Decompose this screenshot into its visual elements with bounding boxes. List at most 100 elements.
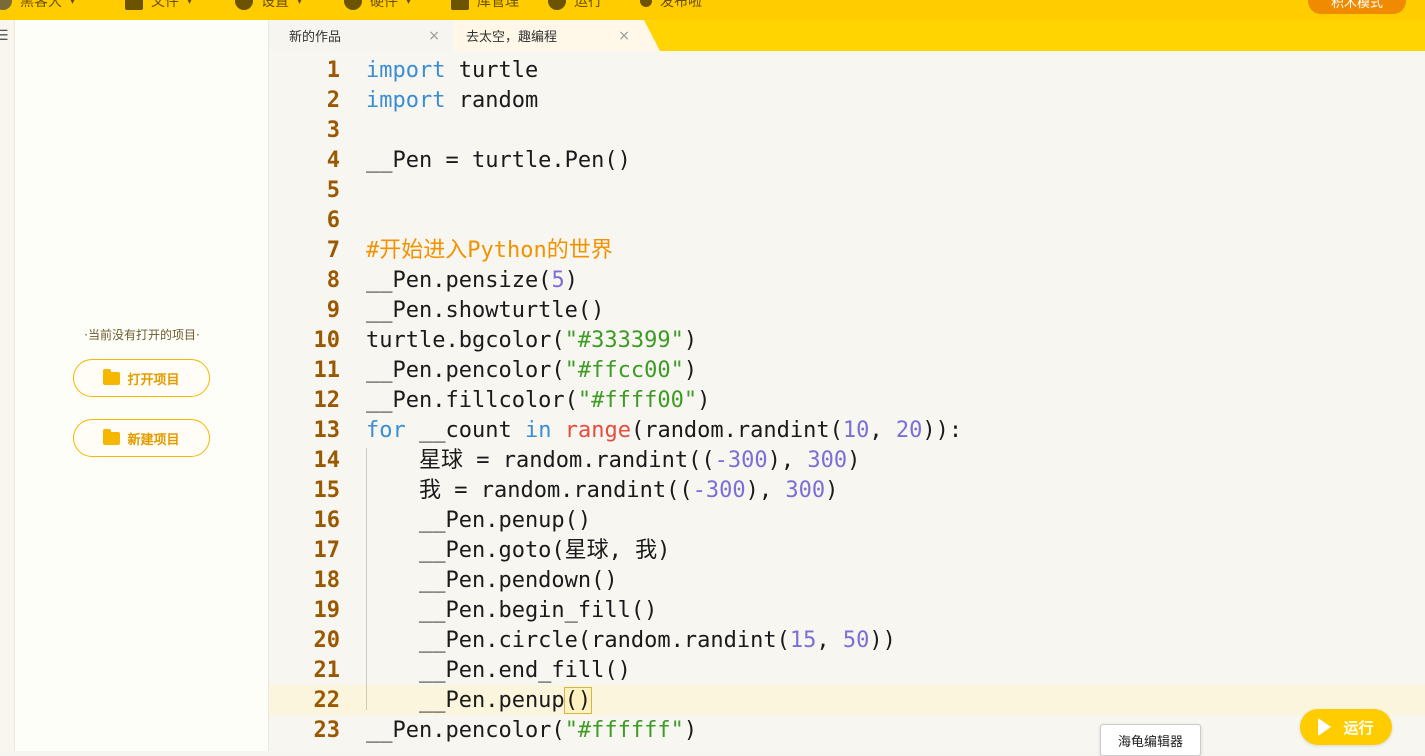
close-icon[interactable]: × (428, 28, 440, 44)
no-project-message: ·当前没有打开的项目· (84, 328, 200, 342)
code-text[interactable]: __Pen.goto(星球, 我) (366, 536, 670, 566)
toolbar-file-label: 文件 (151, 0, 179, 10)
code-token: in (524, 418, 552, 443)
code-line[interactable]: 13 for __count in range(random.randint(10… (270, 416, 1425, 446)
line-number: 11 (313, 358, 341, 383)
code-text[interactable]: __Pen.fillcolor("#ffff00") (366, 386, 710, 416)
new-project-label: 新建项目 (127, 432, 180, 448)
code-line[interactable]: 20 __Pen.circle(random.randint(15, 50)) (270, 626, 1425, 656)
code-line[interactable]: 17 __Pen.goto(星球, 我) (270, 536, 1425, 566)
block-mode-button[interactable]: 积木模式 (1308, 0, 1406, 14)
code-token: 50 (842, 628, 870, 653)
toolbar-hardware-label: 硬件 (370, 0, 398, 10)
code-line[interactable]: 1 import turtle (270, 56, 1425, 86)
code-line[interactable]: 3 (270, 116, 1425, 146)
toolbar-settings-label: 设置 (261, 0, 289, 10)
code-line[interactable]: 21 __Pen.end_fill() (270, 656, 1425, 686)
code-line[interactable]: 15 我 = random.randint((-300), 300) (270, 476, 1425, 506)
line-number: 8 (326, 268, 340, 293)
toolbar-run[interactable]: 运行 (548, 0, 602, 12)
toolbar-hardware[interactable]: 硬件 ▾ (344, 0, 411, 12)
code-text[interactable]: __Pen.end_fill() (366, 656, 631, 686)
code-line[interactable]: 8 __Pen.pensize(5) (270, 266, 1425, 296)
avatar-icon (0, 0, 12, 10)
code-line[interactable]: 12 __Pen.fillcolor("#ffff00") (270, 386, 1425, 416)
code-line[interactable]: 19 __Pen.begin_fill() (270, 596, 1425, 626)
code-line[interactable]: 22 __Pen.penup() (270, 686, 1425, 716)
code-text[interactable]: #开始进入Python的世界 (366, 236, 613, 266)
line-number: 18 (313, 568, 341, 593)
code-line[interactable]: 16 __Pen.penup() (270, 506, 1425, 536)
pin-icon (640, 0, 652, 7)
close-icon[interactable]: × (618, 28, 630, 44)
toolbar-settings[interactable]: 设置 ▾ (235, 0, 302, 12)
line-number: 21 (313, 658, 341, 683)
code-token: turtle (445, 58, 539, 83)
tab-new-work-label: 新的作品 (289, 30, 342, 45)
code-token: 星球 = random.randint(( (366, 448, 715, 473)
line-number: 22 (313, 688, 341, 713)
code-text[interactable]: import random (366, 86, 538, 116)
code-token: 10 (842, 418, 870, 443)
toolbar-file[interactable]: 文件 ▾ (125, 0, 192, 12)
code-line[interactable]: 2 import random (270, 86, 1425, 116)
code-line[interactable]: 4 __Pen = turtle.Pen() (270, 146, 1425, 176)
code-text[interactable]: __Pen.pencolor("#ffffff") (366, 716, 697, 746)
toolbar-user-label: 黑客大 (20, 0, 62, 10)
code-line[interactable]: 10 turtle.bgcolor("#333399") (270, 326, 1425, 356)
code-text[interactable]: __Pen.showturtle() (366, 296, 604, 326)
toolbar-publish[interactable]: 发布啦 (640, 0, 702, 12)
code-token: __Pen.penup() (366, 508, 592, 533)
code-line[interactable]: 9 __Pen.showturtle() (270, 296, 1425, 326)
tab-space-coding[interactable]: 去太空，趣编程 × (454, 20, 660, 51)
code-text[interactable]: 我 = random.randint((-300), 300) (366, 476, 838, 506)
code-text[interactable]: __Pen.pensize(5) (366, 266, 578, 296)
user-icon (344, 0, 362, 10)
new-project-button[interactable]: 新建项目 (73, 419, 210, 457)
line-number: 3 (326, 118, 340, 143)
toolbar-user[interactable]: 黑客大 ▾ (0, 0, 75, 12)
toolbar-library[interactable]: 库管理 (451, 0, 519, 12)
code-line[interactable]: 11 __Pen.pencolor("#ffcc00") (270, 356, 1425, 386)
code-line[interactable]: 23 __Pen.pencolor("#ffffff") (270, 716, 1425, 746)
code-line[interactable]: 6 (270, 206, 1425, 236)
code-token: ) (697, 388, 711, 413)
block-mode-label: 积木模式 (1330, 0, 1383, 11)
run-button[interactable]: 运行 (1300, 709, 1392, 745)
code-text[interactable]: __Pen.pendown() (366, 566, 618, 596)
run-icon (548, 0, 566, 10)
code-line[interactable]: 18 __Pen.pendown() (270, 566, 1425, 596)
code-text[interactable]: __Pen.penup() (366, 686, 593, 716)
code-text[interactable]: __Pen.circle(random.randint(15, 50)) (366, 626, 896, 656)
folder-add-icon (103, 428, 121, 445)
menu-icon[interactable]: ☰ (0, 28, 9, 44)
code-token: ), (745, 478, 786, 503)
code-text[interactable]: __Pen = turtle.Pen() (366, 146, 631, 176)
code-token: -300 (714, 448, 768, 473)
code-token: 20 (895, 418, 923, 443)
open-project-button[interactable]: 打开项目 (73, 359, 210, 397)
code-token: __Pen.pencolor( (366, 358, 565, 383)
code-text[interactable]: turtle.bgcolor("#333399") (366, 326, 697, 356)
code-text[interactable]: __Pen.begin_fill() (366, 596, 657, 626)
code-text[interactable]: for __count in range(random.randint(10, … (366, 416, 962, 446)
code-text[interactable]: 星球 = random.randint((-300), 300) (366, 446, 860, 476)
code-token: __Pen.pendown() (366, 568, 618, 593)
tab-new-work[interactable]: 新的作品 × (270, 20, 454, 51)
tab-bar: 新的作品 × 去太空，趣编程 × (270, 20, 1425, 51)
code-token: , (869, 418, 896, 443)
code-line[interactable]: 14 星球 = random.randint((-300), 300) (270, 446, 1425, 476)
toolbar-publish-label: 发布啦 (660, 0, 702, 10)
code-text[interactable]: __Pen.penup() (366, 506, 591, 536)
code-token: )): (922, 418, 963, 443)
code-text[interactable]: __Pen.pencolor("#ffcc00") (366, 356, 697, 386)
code-text[interactable]: import turtle (366, 56, 538, 86)
top-toolbar: 黑客大 ▾ 文件 ▾ 设置 ▾ 硬件 ▾ 库管理 运行 发布啦 积木模式 (0, 0, 1425, 20)
gear-icon (235, 0, 253, 10)
code-line[interactable]: 7 #开始进入Python的世界 (270, 236, 1425, 266)
code-token: random (445, 88, 539, 113)
code-token: "#ffff00" (577, 388, 698, 413)
code-line[interactable]: 5 (270, 176, 1425, 206)
line-number: 1 (326, 58, 340, 83)
toolbar-library-label: 库管理 (477, 0, 519, 10)
